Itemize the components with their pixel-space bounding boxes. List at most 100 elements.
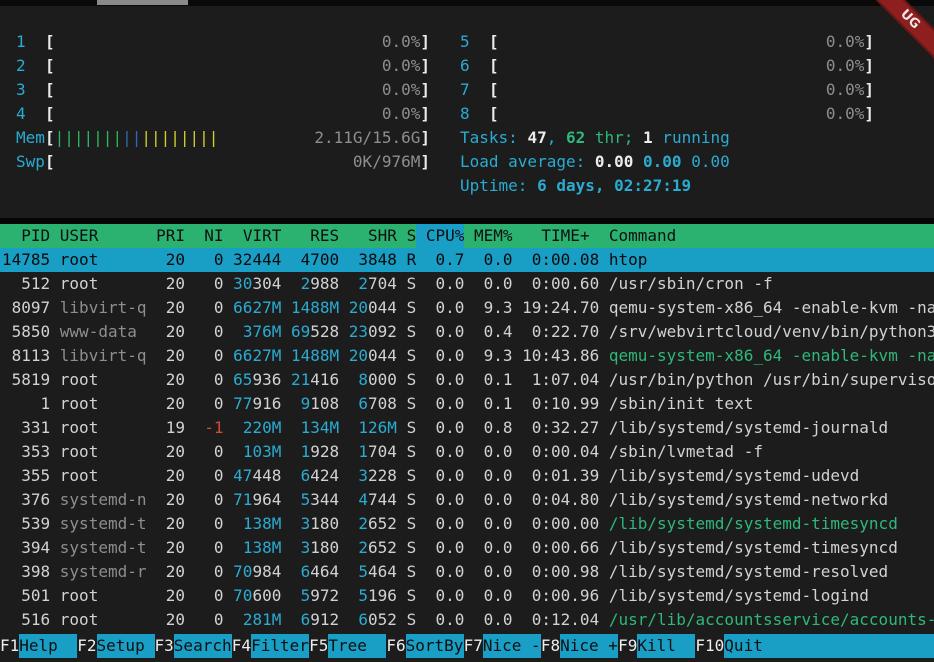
process-row[interactable]: 376 systemd-n2007196453444744 S0.00.00:0… (0, 488, 934, 512)
fkey-filter[interactable]: F4Filter (232, 634, 309, 658)
cell-text: 0.0 (484, 466, 513, 485)
process-row[interactable]: 353 root200103M19281704 S0.00.00:00.04 /… (0, 440, 934, 464)
cell-mem: 0.0 (464, 272, 512, 296)
fkey-label: SortBy (406, 634, 464, 658)
cell-text: 65 (233, 370, 252, 389)
cell-pid: 331 (2, 416, 50, 440)
cell-text: 138M (243, 514, 282, 533)
cell-text: systemd-r (50, 562, 146, 581)
cell-text: root (50, 586, 98, 605)
cell-text: 984 (252, 562, 281, 581)
cell-s: S (397, 344, 416, 368)
cell-text: 20 (166, 250, 185, 269)
process-row[interactable]: 355 root2004744864243228 S0.00.00:01.39 … (0, 464, 934, 488)
cell-s: S (397, 584, 416, 608)
column-header-user[interactable]: USER (50, 224, 146, 248)
cpu-meter: 6[0.0%] (460, 54, 874, 78)
cell-text: root (50, 370, 98, 389)
column-header-ni[interactable]: NI (185, 224, 224, 248)
cell-text: 6627M (233, 346, 281, 365)
cell-mem: 0.8 (464, 416, 512, 440)
cell-virt: 77916 (224, 392, 282, 416)
cell-pid: 394 (2, 536, 50, 560)
cell-shr: 4744 (339, 488, 397, 512)
cell-cpu: 0.0 (416, 608, 464, 632)
cell-pri: 19 (146, 416, 185, 440)
fkey-kill[interactable]: F9Kill (618, 634, 695, 658)
cell-text: 0.7 (435, 250, 464, 269)
fkey-label: Quit (724, 634, 782, 658)
fkey-setup[interactable]: F2Setup (77, 634, 154, 658)
top-bar-handle[interactable] (97, 0, 188, 5)
column-header-pid[interactable]: PID (2, 224, 50, 248)
cell-text: 376M (243, 322, 282, 341)
cell-text: libvirt-q (50, 346, 146, 365)
column-header-cmd[interactable]: Command (599, 224, 676, 248)
process-row[interactable]: 14785 root2003244447003848 R0.70.00:00.0… (0, 248, 934, 272)
cell-text: 0 (214, 250, 224, 269)
column-header-s[interactable]: S (397, 224, 416, 248)
cell-text: 20 (166, 322, 185, 341)
cell-ni: 0 (185, 248, 224, 272)
fkey-tree[interactable]: F5Tree (309, 634, 386, 658)
fkey-nice-[interactable]: F8Nice + (541, 634, 618, 658)
process-row[interactable]: 501 root2007060059725196 S0.00.00:00.96 … (0, 584, 934, 608)
cell-ni: 0 (185, 608, 224, 632)
cell-cmd: qemu-system-x86_64 -enable-kvm -na (599, 344, 934, 368)
fkey-quit[interactable]: F10Quit (695, 634, 782, 658)
process-row[interactable]: 394 systemd-t200138M31802652 S0.00.00:00… (0, 536, 934, 560)
cell-text: 600 (252, 586, 281, 605)
cell-text: 344 (310, 490, 339, 509)
cell-ni: 0 (185, 440, 224, 464)
cell-text: 652 (368, 538, 397, 557)
cell-cmd: /sbin/init text (599, 392, 934, 416)
column-header-time[interactable]: TIME+ (513, 224, 600, 248)
process-row[interactable]: 331 root19-1220M134M126M S0.00.80:32.27 … (0, 416, 934, 440)
column-header-pri[interactable]: PRI (146, 224, 185, 248)
process-row[interactable]: 1 root2007791691086708 S0.00.10:10.99 /s… (0, 392, 934, 416)
cell-text: 0.0 (484, 490, 513, 509)
fkey-help[interactable]: F1Help (0, 634, 77, 658)
column-header-virt[interactable]: VIRT (224, 224, 282, 248)
cell-pid: 1 (2, 392, 50, 416)
cell-virt: 32444 (224, 248, 282, 272)
column-header-shr[interactable]: SHR (339, 224, 397, 248)
meter-open-bracket: [ (45, 30, 55, 54)
cell-text: 376 (21, 490, 50, 509)
cell-cpu: 0.0 (416, 536, 464, 560)
fkey-nice-[interactable]: F7Nice - (464, 634, 541, 658)
column-header-res[interactable]: RES (281, 224, 339, 248)
fkey-sortby[interactable]: F6SortBy (386, 634, 463, 658)
cell-s: S (397, 320, 416, 344)
cell-text: 6 (358, 610, 368, 629)
process-row[interactable]: 5850 www-data200376M6952823092 S0.00.40:… (0, 320, 934, 344)
process-row[interactable]: 5819 root20065936214168000 S0.00.11:07.0… (0, 368, 934, 392)
cell-text: 0.0 (484, 274, 513, 293)
process-row[interactable]: 8097 libvirt-q2006627M1488M20044 S0.09.3… (0, 296, 934, 320)
cell-ni: 0 (185, 584, 224, 608)
process-row[interactable]: 8113 libvirt-q2006627M1488M20044 S0.09.3… (0, 344, 934, 368)
cell-shr: 2652 (339, 512, 397, 536)
process-row[interactable]: 512 root2003030429882704 S0.00.00:00.60 … (0, 272, 934, 296)
table-header-row: PID USERPRINIVIRTRESSHR SCPU%MEM%TIME+ C… (0, 224, 934, 248)
cell-text: 000 (368, 370, 397, 389)
meter-bar: 0.0% (55, 78, 421, 102)
meter-open-bracket: [ (489, 54, 499, 78)
fkey-search[interactable]: F3Search (155, 634, 232, 658)
cell-text: S (397, 370, 416, 389)
process-row[interactable]: 516 root200281M69126052 S0.00.00:12.04 /… (0, 608, 934, 632)
process-row[interactable]: 398 systemd-r2007098464645464 S0.00.00:0… (0, 560, 934, 584)
cell-text: 14785 (2, 250, 50, 269)
column-header-mem[interactable]: MEM% (464, 224, 512, 248)
meter-value: 0.0% (382, 30, 421, 54)
cell-pid: 8113 (2, 344, 50, 368)
cell-shr: 5464 (339, 560, 397, 584)
cell-text: root (50, 394, 98, 413)
column-header-cpu[interactable]: CPU% (416, 224, 464, 248)
cell-text: 2 (301, 274, 311, 293)
process-row[interactable]: 539 systemd-t200138M31802652 S0.00.00:00… (0, 512, 934, 536)
fkey-label: Setup (97, 634, 155, 658)
fkey-number: F5 (309, 634, 328, 658)
cell-text: 70 (233, 586, 252, 605)
cell-text: root (50, 418, 98, 437)
